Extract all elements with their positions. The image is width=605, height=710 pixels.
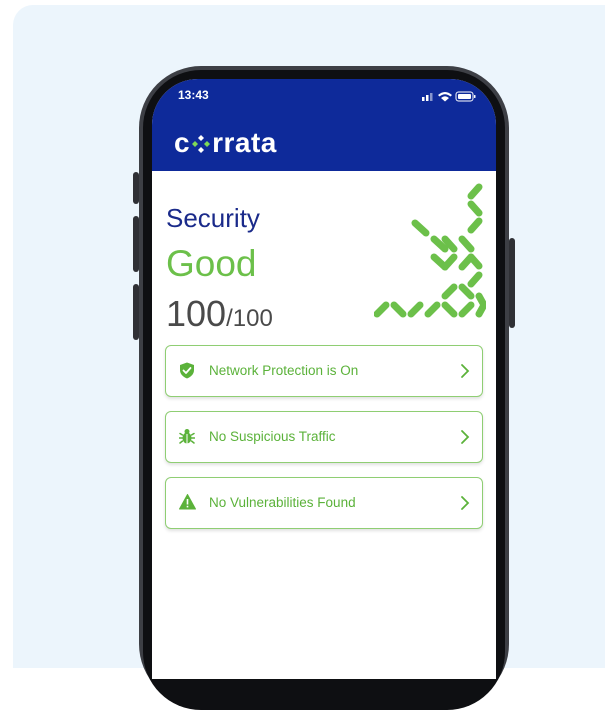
app-header: 13:43 c rrata bbox=[152, 79, 496, 171]
phone-screen: 13:43 c rrata Security Good 100/100 Netw… bbox=[152, 79, 496, 679]
shield-check-icon bbox=[180, 362, 194, 379]
warning-icon bbox=[179, 494, 196, 510]
suspicious-traffic-label: No Suspicious Traffic bbox=[209, 429, 336, 444]
status-time: 13:43 bbox=[178, 88, 209, 102]
security-status: Good bbox=[166, 243, 257, 284]
security-title: Security bbox=[166, 203, 260, 233]
bug-icon bbox=[179, 429, 195, 444]
chevron-right-icon bbox=[461, 364, 470, 378]
security-score: 100/100 bbox=[166, 293, 273, 335]
network-protection-item[interactable]: Network Protection is On bbox=[165, 345, 483, 397]
vulnerabilities-item[interactable]: No Vulnerabilities Found bbox=[165, 477, 483, 529]
logo-diamond-icon bbox=[192, 135, 211, 153]
score-max: /100 bbox=[226, 305, 273, 332]
decorative-pattern-icon bbox=[374, 183, 486, 318]
signal-wifi-battery-icon bbox=[422, 91, 476, 102]
network-protection-label: Network Protection is On bbox=[209, 363, 359, 378]
status-icons bbox=[422, 89, 478, 107]
logo-text-prefix: c bbox=[174, 127, 191, 158]
power-button bbox=[509, 238, 515, 328]
score-value: 100 bbox=[166, 293, 227, 334]
suspicious-traffic-item[interactable]: No Suspicious Traffic bbox=[165, 411, 483, 463]
chevron-right-icon bbox=[461, 430, 470, 444]
chevron-right-icon bbox=[461, 496, 470, 510]
corrata-logo: c rrata bbox=[174, 127, 277, 159]
logo-text-suffix: rrata bbox=[212, 127, 277, 158]
vulnerabilities-label: No Vulnerabilities Found bbox=[209, 495, 356, 510]
